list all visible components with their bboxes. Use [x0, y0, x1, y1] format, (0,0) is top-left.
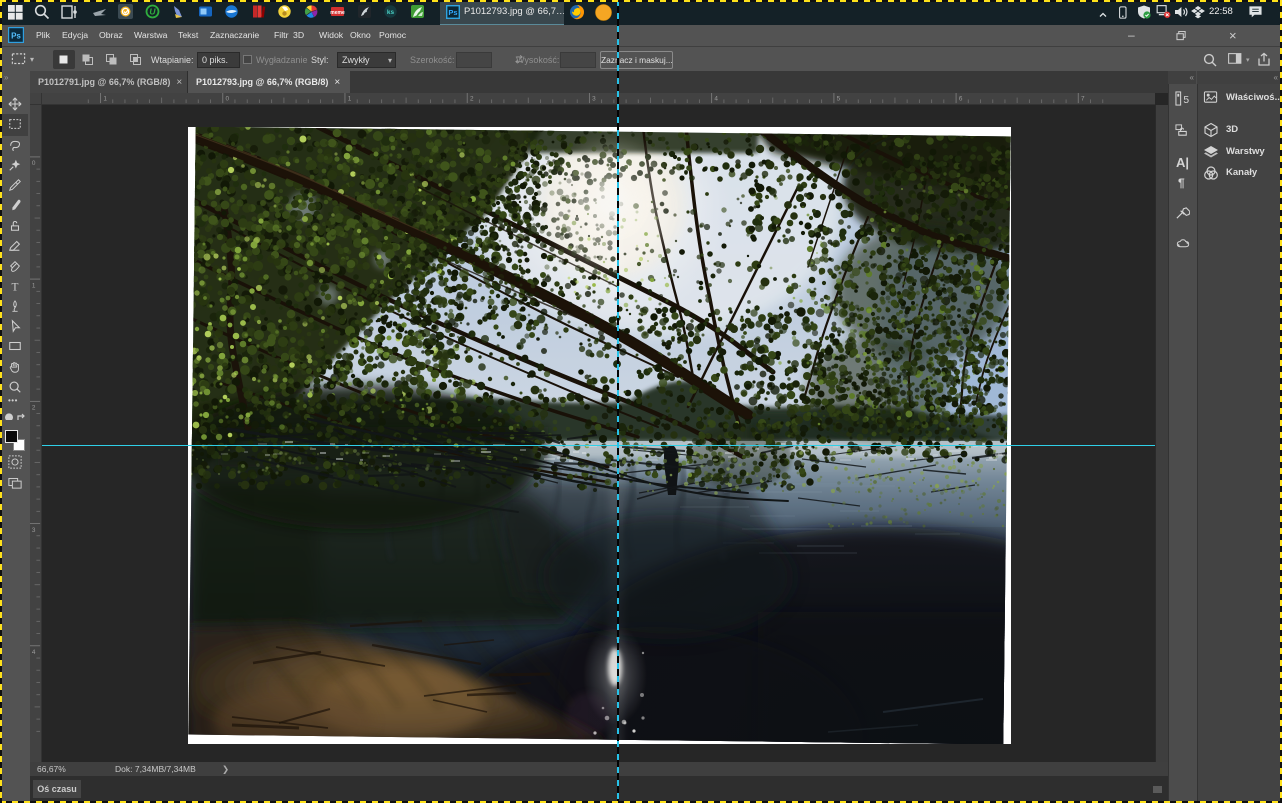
svg-text:Ps: Ps: [11, 32, 21, 41]
svg-text:U: U: [149, 7, 156, 17]
svg-text:meme: meme: [330, 10, 345, 16]
svg-text:ks: ks: [387, 9, 395, 16]
svg-text:Ps: Ps: [448, 8, 457, 17]
